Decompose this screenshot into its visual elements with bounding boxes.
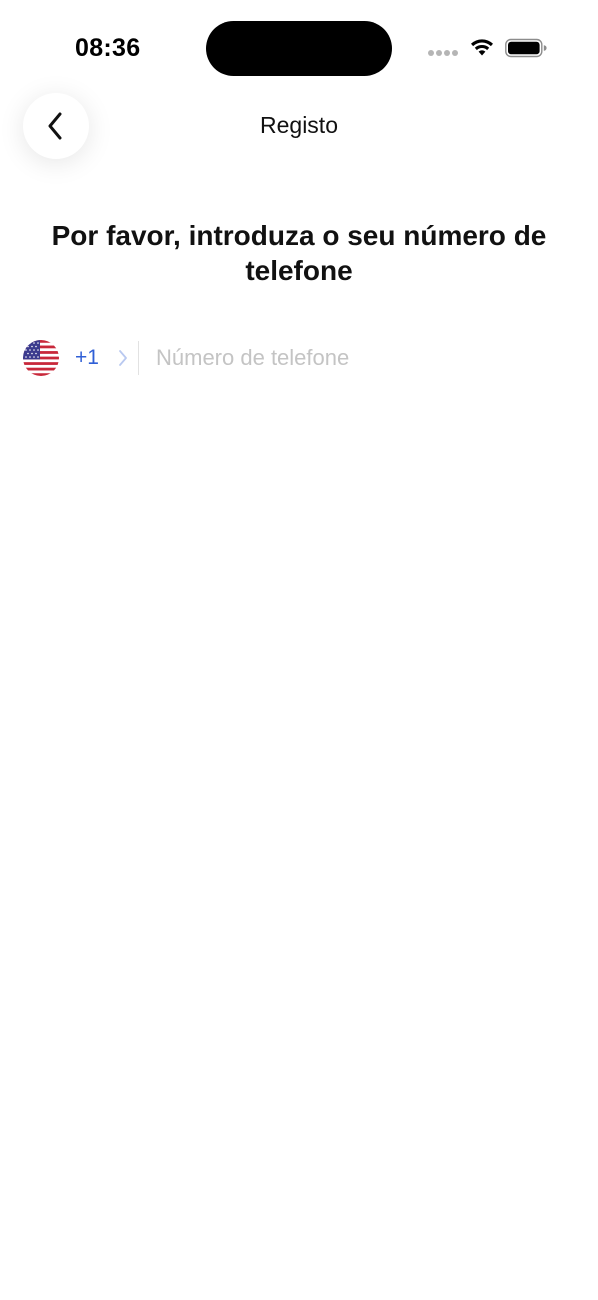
nav-bar: Registo [0,90,598,162]
phone-number-input[interactable] [156,340,571,376]
us-flag-icon [23,340,59,376]
dynamic-island [206,21,392,76]
status-time: 08:36 [75,34,141,62]
signal-icon [428,50,458,58]
battery-icon [505,38,547,58]
page-title: Registo [260,112,338,138]
chevron-right-icon [119,350,127,366]
divider [138,341,139,375]
wifi-icon [471,39,493,56]
heading: Por favor, introduza o seu número de tel… [51,220,547,286]
dial-code: +1 [75,346,99,369]
phone-number-row: +1 [23,338,575,378]
status-bar: 08:36 [0,0,598,96]
country-code-selector[interactable]: +1 [23,338,135,378]
